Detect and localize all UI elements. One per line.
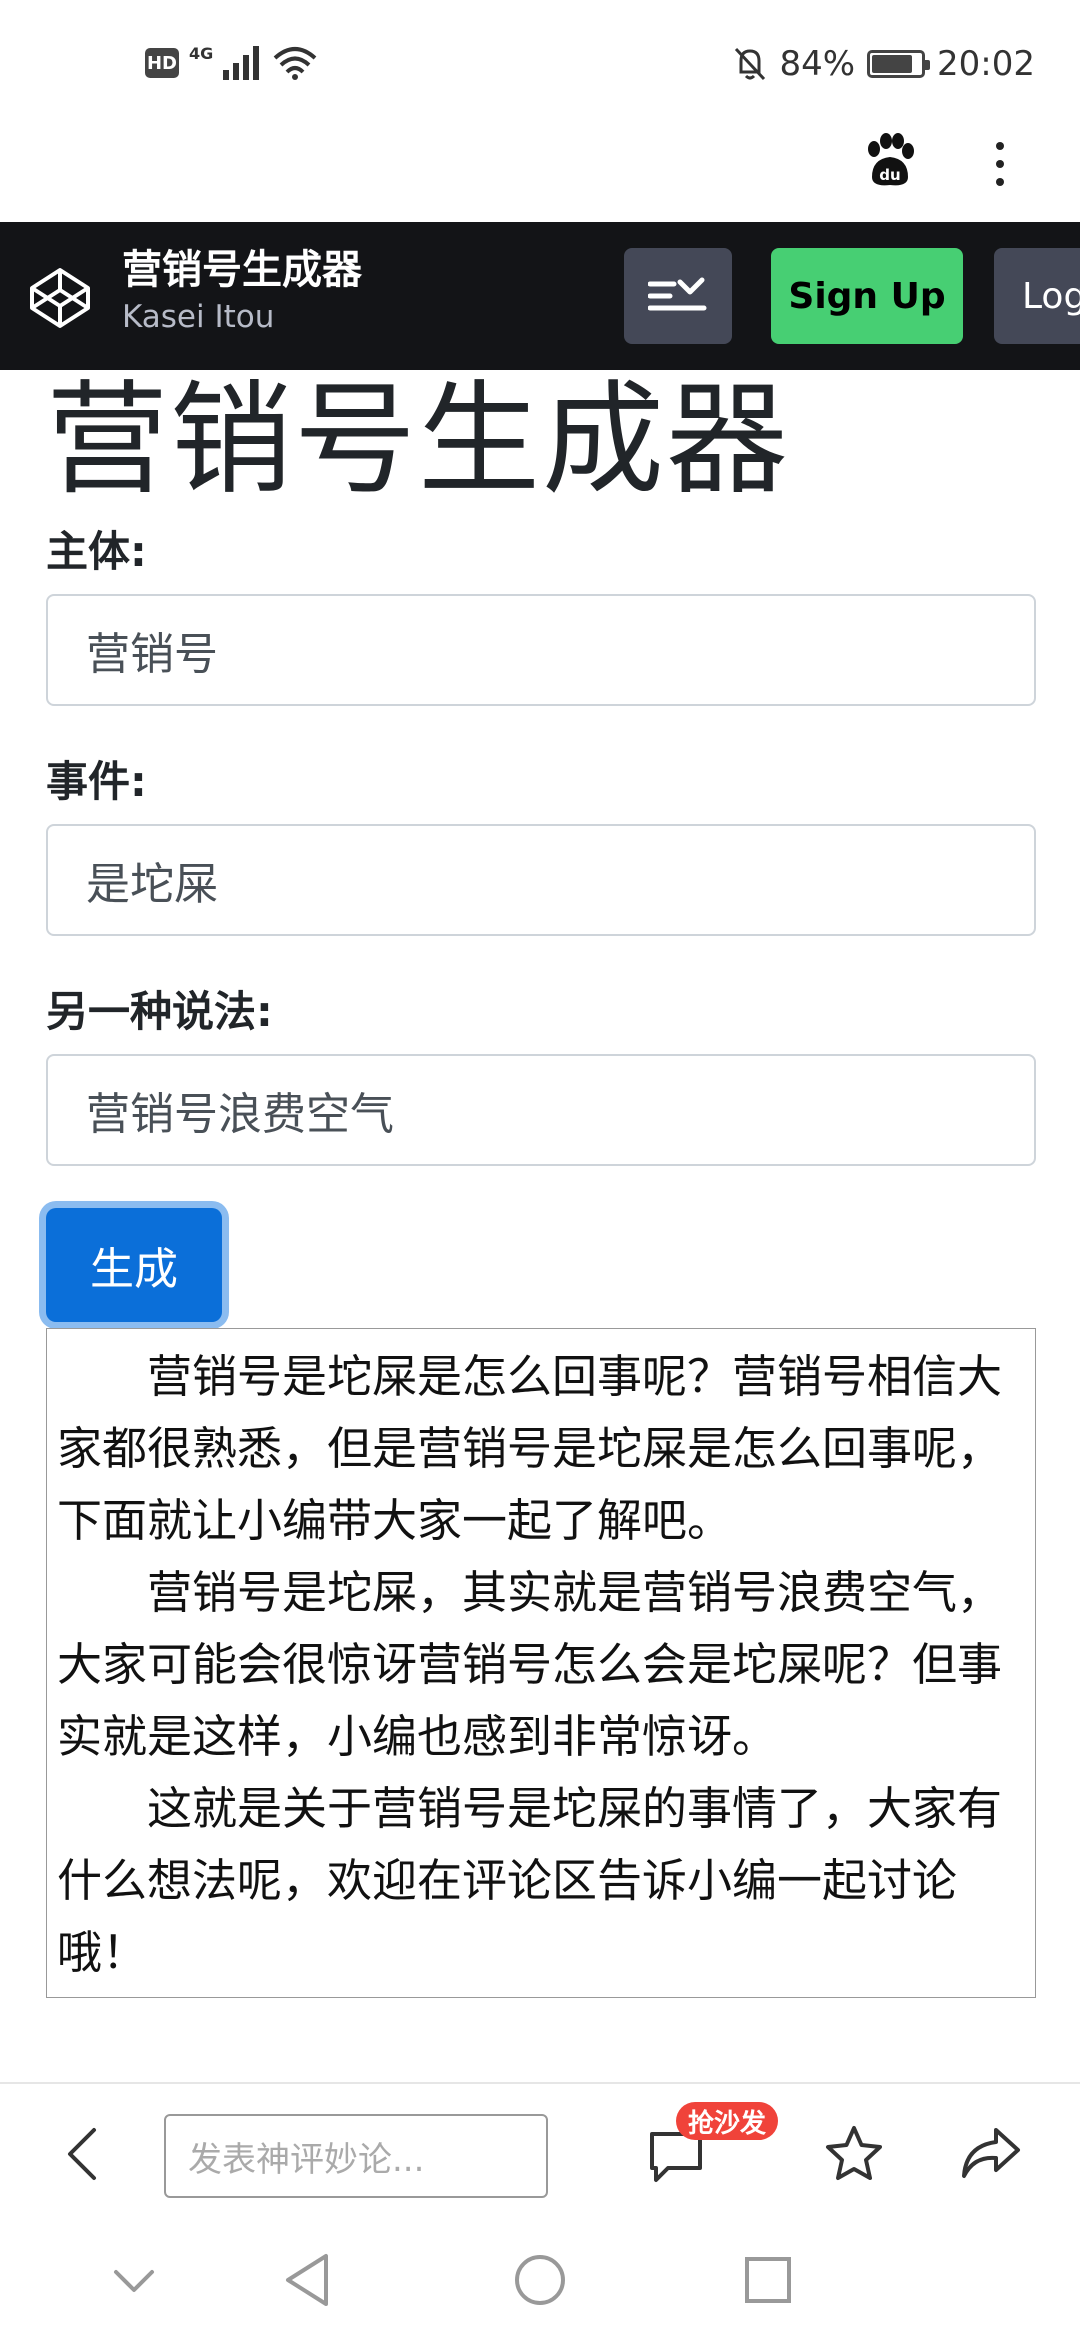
network-type: 4G (189, 43, 214, 63)
output-paragraph-1: 营销号是坨屎是怎么回事呢？营销号相信大家都很熟悉，但是营销号是坨屎是怎么回事呢，… (57, 1350, 1003, 1547)
sofa-badge: 抢沙发 (676, 2102, 779, 2140)
subject-label: 主体: (46, 527, 147, 576)
wifi-icon (273, 47, 317, 80)
event-input[interactable] (46, 824, 1036, 936)
alt-saying-label: 另一种说法: (46, 987, 273, 1036)
event-field-group: 事件: (46, 752, 1036, 936)
subject-field-group: 主体: (46, 522, 1036, 706)
output-paragraph-2: 营销号是坨屎，其实就是营销号浪费空气，大家可能会很惊讶营销号怎么会是坨屎呢？但事… (57, 1566, 1003, 1763)
battery-fill (872, 55, 913, 73)
nav-recent-apps-icon[interactable] (744, 2256, 792, 2304)
menu-chevron-icon (648, 277, 707, 311)
comment-input[interactable]: 发表神评妙论... (164, 2114, 548, 2198)
hd-badge: HD (145, 48, 179, 78)
status-right: 84% 20:02 (733, 44, 1035, 84)
pen-title: 营销号生成器 (122, 247, 362, 293)
star-icon[interactable] (824, 2124, 884, 2184)
alt-saying-field-group: 另一种说法: (46, 982, 1036, 1166)
page-title: 营销号生成器 (46, 369, 790, 511)
nav-back-icon[interactable] (282, 2252, 332, 2308)
pen-author[interactable]: Kasei Itou (122, 296, 362, 338)
event-label: 事件: (46, 757, 147, 806)
share-icon[interactable] (960, 2126, 1022, 2182)
pen-title-block: 营销号生成器 Kasei Itou (122, 244, 362, 338)
status-bar: HD 4G 84% 20:02 (0, 0, 1080, 130)
site-header: 营销号生成器 Kasei Itou Sign Up Log (0, 222, 1080, 370)
clock: 20:02 (937, 44, 1035, 84)
generated-output: 营销号是坨屎是怎么回事呢？营销号相信大家都很熟悉，但是营销号是坨屎是怎么回事呢，… (46, 1328, 1036, 1998)
bell-muted-icon (735, 47, 766, 81)
back-arrow-icon[interactable] (62, 2124, 102, 2184)
main-content: 营销号生成器 主体: 事件: 另一种说法: 生成 营销号是坨屎是怎么回事呢？营销… (46, 372, 1036, 1998)
subject-input[interactable] (46, 594, 1036, 706)
more-vertical-icon[interactable] (990, 140, 1010, 188)
codepen-logo-icon[interactable] (28, 266, 92, 330)
alt-saying-input[interactable] (46, 1054, 1036, 1166)
menu-button[interactable] (624, 248, 732, 344)
output-paragraph-3: 这就是关于营销号是坨屎的事情了，大家有什么想法呢，欢迎在评论区告诉小编一起讨论哦… (57, 1782, 1003, 1979)
browser-action-bar: du (0, 130, 1080, 220)
baidu-logo-text: du (879, 166, 900, 184)
battery-percent: 84% (779, 44, 856, 84)
signup-button[interactable]: Sign Up (771, 248, 963, 344)
status-left: HD 4G (145, 43, 317, 80)
nav-home-icon[interactable] (514, 2254, 566, 2306)
generate-button[interactable]: 生成 (46, 1208, 222, 1322)
baidu-paw-icon[interactable]: du (862, 133, 918, 189)
chevron-down-icon[interactable] (112, 2266, 156, 2296)
login-button[interactable]: Log (994, 248, 1080, 344)
signal-icon (223, 46, 260, 80)
bottom-toolbar: 发表神评妙论... 抢沙发 (0, 2082, 1080, 2212)
system-nav-bar (0, 2212, 1080, 2340)
battery-icon (867, 50, 931, 78)
